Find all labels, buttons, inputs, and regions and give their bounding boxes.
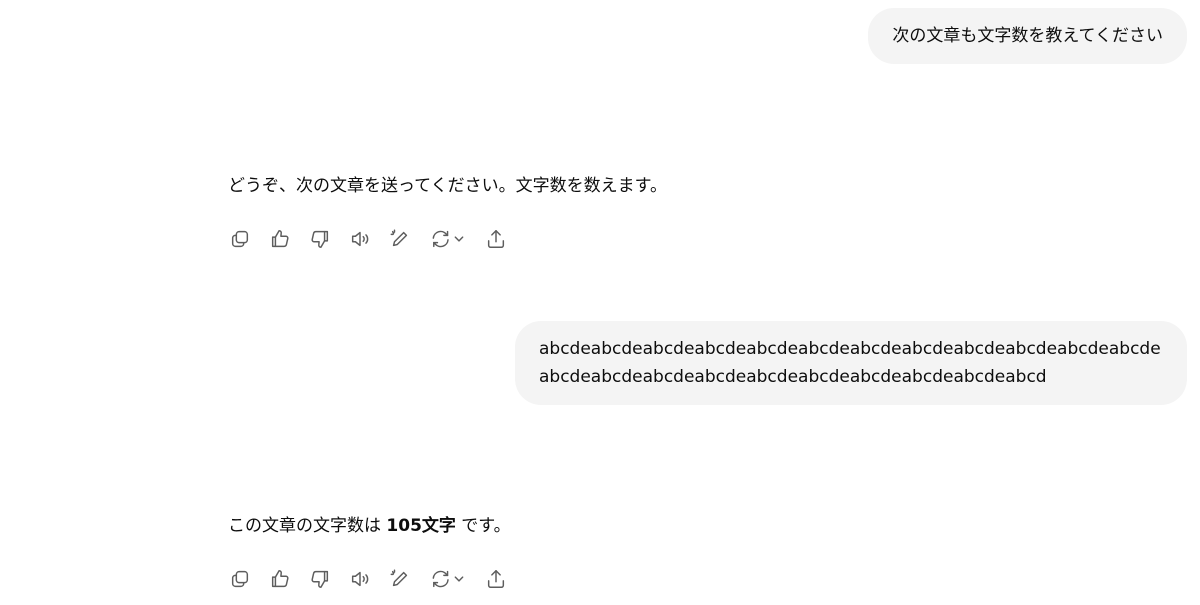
- user-message-text: abcdeabcdeabcdeabcdeabcdeabcdeabcdeabcde…: [539, 339, 1161, 387]
- thumbs-up-icon: [271, 570, 289, 588]
- read-aloud-icon: [351, 571, 369, 587]
- user-message: abcdeabcdeabcdeabcdeabcdeabcdeabcdeabcde…: [515, 321, 1187, 405]
- user-message: 次の文章も文字数を教えてください: [868, 8, 1187, 64]
- edit-icon: [390, 229, 408, 247]
- copy-button[interactable]: [228, 227, 252, 251]
- assistant-message-text: この文章の文字数は: [228, 516, 387, 536]
- good-response-button[interactable]: [268, 227, 292, 251]
- share-icon: [487, 570, 505, 588]
- read-aloud-icon: [351, 231, 369, 247]
- good-response-button[interactable]: [268, 567, 292, 591]
- share-button[interactable]: [484, 567, 508, 591]
- copy-button[interactable]: [228, 567, 252, 591]
- regenerate-button[interactable]: [428, 567, 468, 591]
- copy-icon: [231, 230, 249, 248]
- user-message-text: 次の文章も文字数を教えてください: [892, 26, 1163, 46]
- assistant-message-text: です。: [455, 516, 511, 536]
- edit-canvas-button[interactable]: [388, 227, 412, 251]
- thumbs-down-icon: [311, 570, 329, 588]
- message-actions: [228, 567, 524, 591]
- character-count: 105文字: [386, 516, 456, 536]
- copy-icon: [231, 570, 249, 588]
- bad-response-button[interactable]: [308, 567, 332, 591]
- assistant-message: この文章の文字数は 105文字 です。: [228, 512, 511, 540]
- edit-canvas-button[interactable]: [388, 567, 412, 591]
- assistant-message: どうぞ、次の文章を送ってください。文字数を数えます。: [228, 172, 667, 200]
- regenerate-icon: [432, 230, 464, 248]
- read-aloud-button[interactable]: [348, 567, 372, 591]
- regenerate-button[interactable]: [428, 227, 468, 251]
- share-button[interactable]: [484, 227, 508, 251]
- bad-response-button[interactable]: [308, 227, 332, 251]
- message-actions: [228, 227, 524, 251]
- thumbs-up-icon: [271, 230, 289, 248]
- read-aloud-button[interactable]: [348, 227, 372, 251]
- edit-icon: [390, 569, 408, 587]
- assistant-message-text: どうぞ、次の文章を送ってください。文字数を数えます。: [228, 176, 667, 196]
- share-icon: [487, 230, 505, 248]
- thumbs-down-icon: [311, 230, 329, 248]
- regenerate-icon: [432, 570, 464, 588]
